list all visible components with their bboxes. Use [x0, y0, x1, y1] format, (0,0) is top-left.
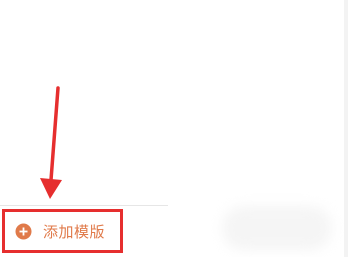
plus-circle-icon	[15, 223, 32, 239]
add-template-label: 添加模版	[43, 222, 106, 241]
add-template-button[interactable]: 添加模版	[5, 212, 120, 250]
